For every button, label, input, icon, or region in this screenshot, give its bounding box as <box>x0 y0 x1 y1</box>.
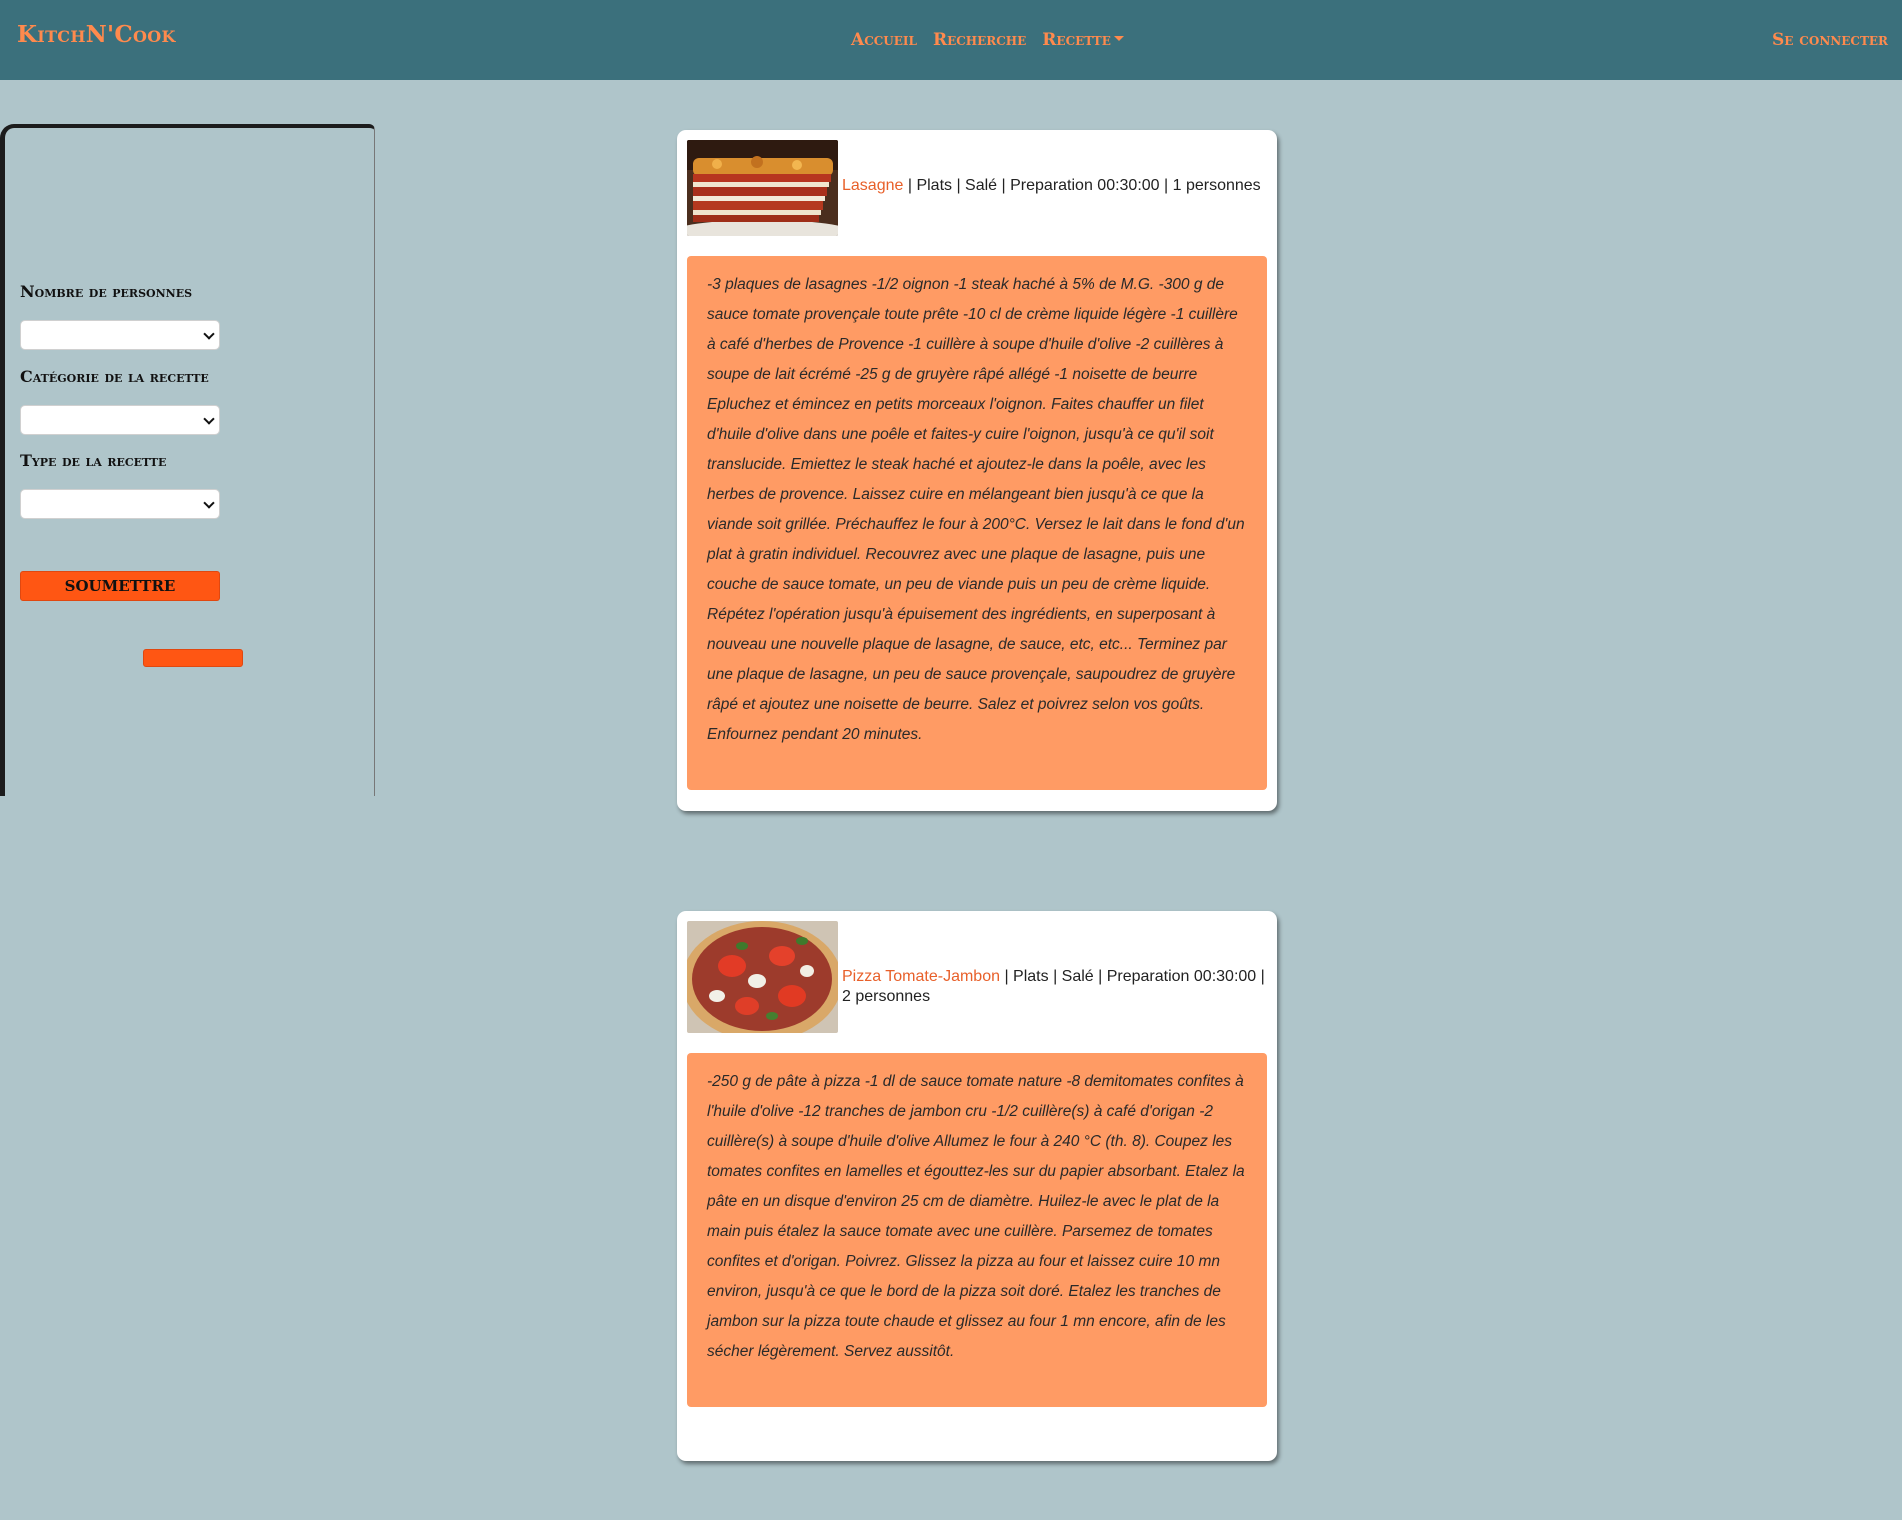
brand-logo[interactable]: KitchN'Cook <box>17 21 176 48</box>
recipe-title-link[interactable]: Lasagne <box>842 177 903 194</box>
recipe-header: Lasagne | Plats | Salé | Preparation 00:… <box>687 140 1267 236</box>
nav-link-accueil[interactable]: Accueil <box>851 30 917 50</box>
recipe-title-link[interactable]: Pizza Tomate-Jambon <box>842 968 1000 985</box>
recipe-header: Pizza Tomate-Jambon | Plats | Salé | Pre… <box>687 921 1267 1033</box>
nav-dropdown-recette[interactable]: Recette <box>1042 30 1124 50</box>
type-select[interactable] <box>20 489 220 519</box>
main-nav: Accueil Recherche Recette <box>851 30 1124 50</box>
chevron-down-icon <box>203 497 215 509</box>
category-select[interactable] <box>20 405 220 435</box>
chevron-down-icon <box>203 413 215 425</box>
caret-down-icon <box>1113 35 1124 41</box>
type-filter-label: Type de la recette <box>20 451 167 470</box>
recipe-image[interactable] <box>687 921 838 1033</box>
recipe-card: Pizza Tomate-Jambon | Plats | Salé | Pre… <box>677 911 1277 1461</box>
persons-filter-label: Nombre de personnes <box>20 282 193 301</box>
recipe-meta: | Plats | Salé | Preparation 00:30:00 | … <box>903 177 1261 194</box>
persons-select[interactable] <box>20 320 220 350</box>
reset-button[interactable] <box>143 649 243 667</box>
nav-dropdown-recette-label: Recette <box>1042 30 1111 50</box>
lasagna-image-icon <box>687 140 838 236</box>
recipe-description: -250 g de pâte à pizza -1 dl de sauce to… <box>687 1053 1267 1407</box>
recipe-card: Lasagne | Plats | Salé | Preparation 00:… <box>677 130 1277 811</box>
top-navbar: KitchN'Cook Accueil Recherche Recette Se… <box>0 0 1902 80</box>
recipe-description: -3 plaques de lasagnes -1/2 oignon -1 st… <box>687 256 1267 790</box>
recipe-image[interactable] <box>687 140 838 236</box>
filter-sidebar: Nombre de personnes Catégorie de la rece… <box>0 124 375 796</box>
category-filter-label: Catégorie de la recette <box>20 367 209 386</box>
submit-button[interactable]: SOUMETTRE <box>20 571 220 601</box>
nav-link-recherche[interactable]: Recherche <box>933 30 1026 50</box>
login-link[interactable]: Se connecter <box>1772 30 1888 50</box>
pizza-image-icon <box>687 921 838 1033</box>
chevron-down-icon <box>203 328 215 340</box>
